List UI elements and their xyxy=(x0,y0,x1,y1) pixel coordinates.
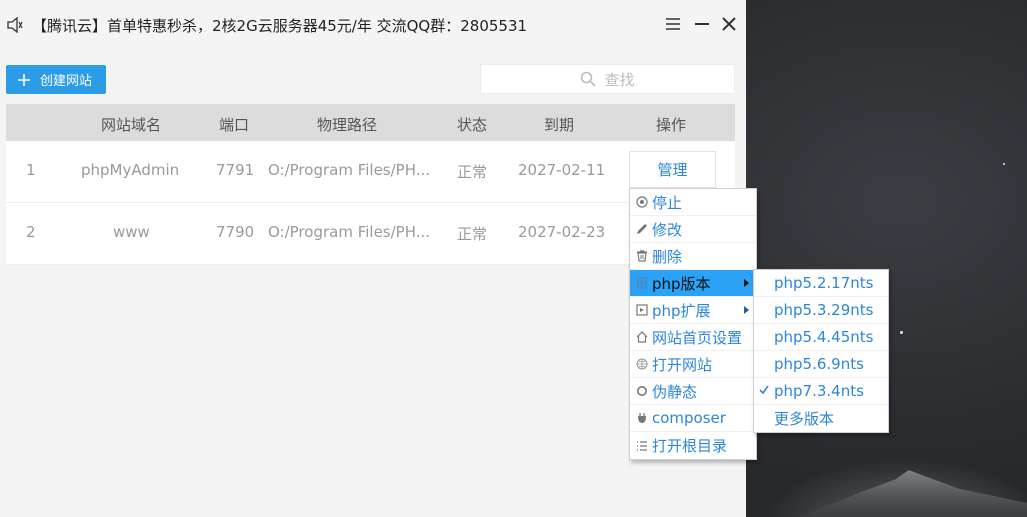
search-placeholder: 查找 xyxy=(604,70,635,89)
submenu-item-more-versions[interactable]: 更多版本 xyxy=(754,405,888,432)
globe-icon xyxy=(636,358,648,370)
menu-item-label: 停止 xyxy=(652,193,683,212)
row-domain: www xyxy=(113,223,150,241)
submenu-item-label: php5.6.9nts xyxy=(774,355,864,373)
list-icon xyxy=(637,440,647,451)
menu-item-label: php版本 xyxy=(652,274,711,293)
header-port: 端口 xyxy=(219,116,250,134)
menu-item-edit[interactable]: 修改 xyxy=(630,216,756,243)
row-port: 7791 xyxy=(216,161,255,179)
submenu-item-label: php5.4.45nts xyxy=(774,328,874,346)
search-input[interactable]: 查找 xyxy=(480,64,735,94)
header-action: 操作 xyxy=(656,116,687,134)
menu-item-label: 打开根目录 xyxy=(652,437,728,455)
menu-item-rewrite[interactable]: 伪静态 xyxy=(630,378,756,405)
php-icon xyxy=(637,277,647,289)
table-row[interactable]: 1 phpMyAdmin 7791 O:/Program Files/PH...… xyxy=(6,141,735,203)
close-icon[interactable] xyxy=(719,14,739,34)
header-expiry: 到期 xyxy=(544,116,575,134)
menu-item-label: composer xyxy=(652,409,726,427)
row-path: O:/Program Files/PH... xyxy=(268,223,431,241)
menu-item-open-site[interactable]: 打开网站 xyxy=(630,351,756,378)
row-expiry: 2027-02-23 xyxy=(518,223,606,241)
create-site-button[interactable]: 创建网站 xyxy=(6,65,106,94)
menu-item-open-root[interactable]: 打开根目录 xyxy=(630,432,756,459)
star xyxy=(1003,163,1005,165)
speaker-icon[interactable] xyxy=(6,16,24,34)
header-status: 状态 xyxy=(457,116,488,134)
pencil-icon xyxy=(637,224,647,234)
menu-item-label: 伪静态 xyxy=(652,382,698,401)
menu-item-label: 删除 xyxy=(652,247,683,266)
menu-icon[interactable] xyxy=(663,14,683,34)
submenu-item-php[interactable]: php5.3.29nts xyxy=(754,297,888,324)
create-site-label: 创建网站 xyxy=(40,74,93,89)
table-header: 网站域名 端口 物理路径 状态 到期 操作 xyxy=(6,104,735,141)
menu-item-php-extension[interactable]: php扩展 xyxy=(630,297,756,324)
row-index: 1 xyxy=(26,161,36,179)
submenu-item-php[interactable]: php5.2.17nts xyxy=(754,270,888,297)
submenu-item-label: php5.3.29nts xyxy=(774,301,874,319)
menu-item-label: 打开网站 xyxy=(652,355,713,374)
header-domain: 网站域名 xyxy=(101,116,162,134)
menu-item-php-version[interactable]: php版本 xyxy=(630,270,756,297)
row-status: 正常 xyxy=(457,163,488,181)
menu-item-delete[interactable]: 删除 xyxy=(630,243,756,270)
row-path: O:/Program Files/PH... xyxy=(268,161,431,179)
extension-icon xyxy=(636,304,648,316)
row-domain: phpMyAdmin xyxy=(81,161,180,179)
menu-item-label: 修改 xyxy=(652,220,683,239)
menu-item-label: php扩展 xyxy=(652,301,711,320)
menu-item-composer[interactable]: composer xyxy=(630,405,756,432)
mountain-silhouette xyxy=(800,470,1027,517)
context-menu: 停止 修改 删除 php版本 php扩展 网站首页设置 打开网站 伪静态 com… xyxy=(629,188,757,460)
menu-item-homepage-settings[interactable]: 网站首页设置 xyxy=(630,324,756,351)
submenu-arrow-icon xyxy=(744,306,749,314)
row-expiry: 2027-02-11 xyxy=(518,161,606,179)
composer-icon xyxy=(638,413,646,423)
title-bar: 【腾讯云】首单特惠秒杀，2核2G云服务器45元/年 交流QQ群：2805531 xyxy=(0,0,746,50)
window-title: 【腾讯云】首单特惠秒杀，2核2G云服务器45元/年 交流QQ群：2805531 xyxy=(32,17,528,35)
manage-button[interactable]: 管理 xyxy=(629,151,716,188)
home-icon xyxy=(636,331,648,343)
submenu-item-php[interactable]: php5.4.45nts xyxy=(754,324,888,351)
submenu-item-label: php7.3.4nts xyxy=(774,382,864,400)
php-version-submenu: php5.2.17nts php5.3.29nts php5.4.45nts p… xyxy=(753,269,889,433)
submenu-item-php-selected[interactable]: php7.3.4nts xyxy=(754,378,888,405)
menu-item-label: 网站首页设置 xyxy=(652,328,743,347)
minimize-icon[interactable] xyxy=(692,14,712,34)
trash-icon xyxy=(637,250,647,262)
stop-icon xyxy=(636,196,648,208)
search-icon xyxy=(581,71,597,87)
row-port: 7790 xyxy=(216,223,255,241)
submenu-item-php[interactable]: php5.6.9nts xyxy=(754,351,888,378)
row-index: 2 xyxy=(26,223,36,241)
submenu-item-label: php5.2.17nts xyxy=(774,274,874,292)
site-table: 网站域名 端口 物理路径 状态 到期 操作 1 phpMyAdmin 7791 … xyxy=(6,104,735,265)
table-row[interactable]: 2 www 7790 O:/Program Files/PH... 正常 202… xyxy=(6,203,735,265)
plus-icon xyxy=(18,73,30,86)
menu-item-stop[interactable]: 停止 xyxy=(630,189,756,216)
header-path: 物理路径 xyxy=(317,116,378,134)
submenu-arrow-icon xyxy=(744,279,749,287)
refresh-icon xyxy=(637,386,647,396)
row-status: 正常 xyxy=(457,225,488,243)
submenu-item-label: 更多版本 xyxy=(774,410,835,428)
star xyxy=(900,331,903,334)
checkmark-icon xyxy=(759,385,769,395)
